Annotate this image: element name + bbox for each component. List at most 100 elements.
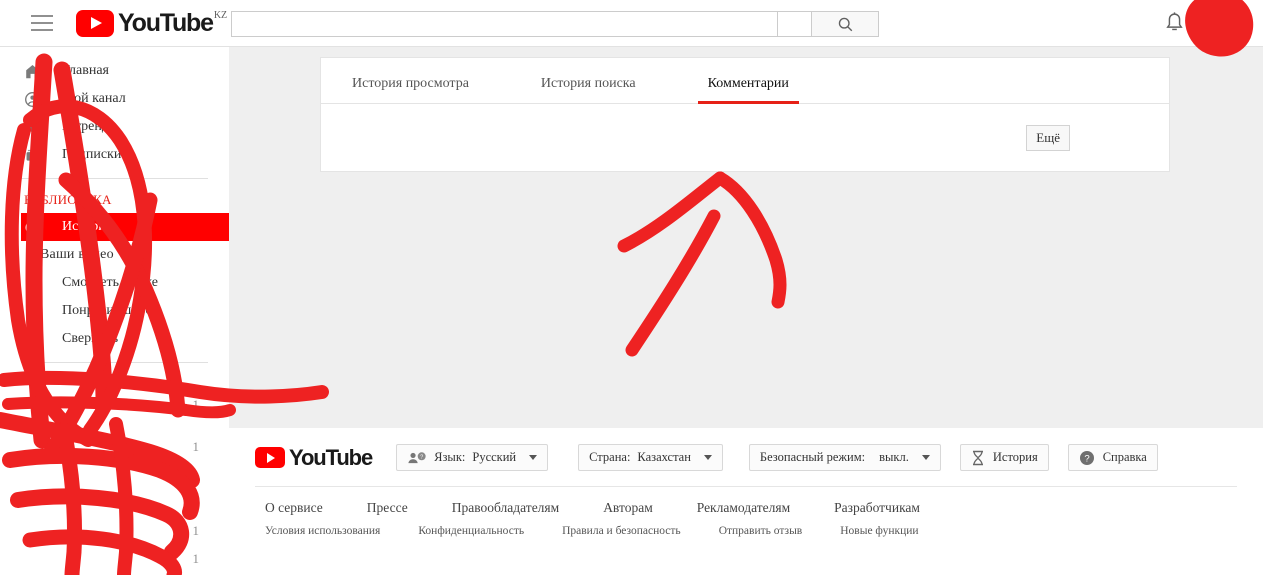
search-input-extension (778, 11, 812, 37)
person-help-icon: ? (408, 451, 426, 463)
youtube-logo[interactable]: YouTube KZ (76, 8, 227, 37)
sidebar-item-label: Мой канал (62, 91, 126, 106)
hamburger-menu-icon[interactable] (31, 15, 53, 31)
sidebar-item-label: Подписки (62, 147, 122, 162)
sidebar-item-trending[interactable]: В тренде (0, 113, 229, 141)
footer-youtube-logo[interactable]: YouTube (255, 444, 373, 471)
footer-link-creators[interactable]: Авторам (603, 500, 653, 516)
chevron-down-icon (703, 455, 712, 460)
top-header-bar: YouTube KZ (0, 0, 1263, 47)
footer-help-label: Справка (1102, 450, 1147, 464)
hamburger-line (31, 15, 53, 17)
sidebar-item-my-channel[interactable]: Мой канал (0, 85, 229, 113)
subscription-count: 1 (192, 439, 200, 454)
language-caption: Язык: (434, 450, 466, 464)
subscription-count: 1 (192, 397, 200, 412)
account-circle-icon (24, 91, 46, 108)
footer-link-policy-safety[interactable]: Правила и безопасность (562, 525, 681, 537)
tab-watch-history[interactable]: История просмотра (342, 76, 479, 103)
footer-primary-links: О сервисе Прессе Правообладателям Автора… (229, 487, 1263, 516)
subscription-count: 1 (192, 495, 200, 510)
subscription-count: 1 (192, 467, 200, 482)
svg-text:?: ? (420, 454, 423, 460)
hamburger-line (31, 22, 53, 24)
sidebar-item-liked[interactable]: Понравившиеся (0, 297, 229, 325)
footer-link-send-feedback[interactable]: Отправить отзыв (719, 525, 803, 537)
subscription-count: 1 (192, 523, 200, 538)
subscriptions-icon (24, 147, 46, 164)
language-selector[interactable]: ? Язык: Русский (396, 444, 549, 471)
sidebar-item-label: История (62, 219, 113, 234)
footer-link-advertisers[interactable]: Рекламодателям (697, 500, 790, 516)
more-button[interactable]: Ещё (1026, 124, 1070, 151)
country-selector[interactable]: Страна: Казахстан (578, 444, 723, 471)
trending-icon (24, 119, 46, 136)
footer-link-developers[interactable]: Разработчикам (834, 500, 920, 516)
footer-link-about[interactable]: О сервисе (265, 500, 323, 516)
chevron-down-icon (921, 455, 930, 460)
collapse-icon (24, 331, 46, 348)
sidebar-item-history[interactable]: История (21, 213, 229, 241)
sidebar-item-label: Смотреть позже (62, 275, 158, 290)
watch-later-icon (24, 275, 46, 292)
question-circle-icon: ? (1079, 450, 1094, 465)
language-value: Русский (472, 450, 517, 464)
play-triangle-icon (255, 447, 285, 468)
restricted-mode-caption: Безопасный режим: (759, 450, 866, 464)
history-icon (24, 219, 46, 236)
sidebar-item-label: В тренде (62, 119, 116, 134)
sidebar-divider (21, 178, 208, 179)
tab-search-history[interactable]: История поиска (531, 76, 646, 103)
page-footer: YouTube ? Язык: Русский Страна: Казахста… (229, 428, 1263, 575)
sidebar-item-watch-later[interactable]: Смотреть позже (0, 269, 229, 297)
hourglass-icon (972, 450, 983, 465)
sidebar-item-collapse[interactable]: Свернуть (0, 325, 229, 353)
footer-help-button[interactable]: ? Справка (1067, 444, 1158, 471)
sidebar-item-label: Главная (62, 63, 109, 78)
sidebar-item-home[interactable]: Главная (0, 57, 229, 85)
country-caption: Страна: (589, 450, 631, 464)
sidebar-divider (21, 362, 208, 363)
subscription-count: 1 (192, 551, 200, 566)
search-input[interactable] (231, 11, 778, 37)
tab-bar: История просмотра История поиска Коммент… (321, 58, 1169, 104)
panel-body: Ещё (321, 104, 1169, 171)
country-value: Казахстан (637, 450, 691, 464)
sidebar-item-your-videos[interactable]: Ваши видео (0, 241, 229, 269)
list-item[interactable]: 1 (0, 433, 229, 461)
play-triangle-icon (76, 9, 114, 37)
list-item[interactable]: 1 (0, 377, 229, 433)
notifications-button[interactable] (1163, 11, 1186, 41)
footer-link-terms[interactable]: Условия использования (265, 525, 380, 537)
sidebar-item-subscriptions[interactable]: Подписки (0, 141, 229, 169)
svg-text:?: ? (1084, 453, 1089, 464)
restricted-mode-selector[interactable]: Безопасный режим: выкл. (748, 444, 941, 471)
thumbs-up-icon (24, 303, 46, 320)
footer-logo-wordmark: YouTube (289, 444, 373, 470)
search-area (231, 11, 879, 37)
tab-comments[interactable]: Комментарии (697, 76, 800, 104)
chevron-down-icon (529, 455, 538, 460)
footer-link-new-features[interactable]: Новые функции (840, 525, 918, 537)
footer-link-privacy[interactable]: Конфиденциальность (418, 525, 524, 537)
list-item[interactable]: 1 (0, 517, 229, 545)
footer-secondary-links: Условия использования Конфиденциальность… (229, 516, 1263, 537)
restricted-mode-value: выкл. (879, 450, 909, 464)
home-icon (24, 63, 46, 80)
list-item[interactable]: 1 (0, 489, 229, 517)
footer-history-button[interactable]: История (959, 444, 1049, 471)
footer-link-press[interactable]: Прессе (367, 500, 408, 516)
list-item[interactable]: 1 (0, 545, 229, 573)
search-icon (838, 17, 852, 31)
sidebar-section-library: БИБЛИОТЕКА (24, 192, 112, 207)
left-sidebar: Главная Мой канал В тренде Подписки БИБЛ… (0, 47, 229, 575)
footer-history-label: История (992, 450, 1038, 464)
sidebar-item-label: Понравившиеся (62, 303, 159, 318)
search-button[interactable] (812, 11, 879, 37)
youtube-history-page: YouTube KZ Главная Мой канал В тренде По… (0, 0, 1263, 575)
logo-wordmark: YouTube (118, 8, 214, 37)
footer-link-copyright[interactable]: Правообладателям (452, 500, 559, 516)
subscription-list: 1 1 1 1 1 1 (0, 377, 229, 573)
hamburger-line (31, 29, 53, 31)
list-item[interactable]: 1 (0, 461, 229, 489)
